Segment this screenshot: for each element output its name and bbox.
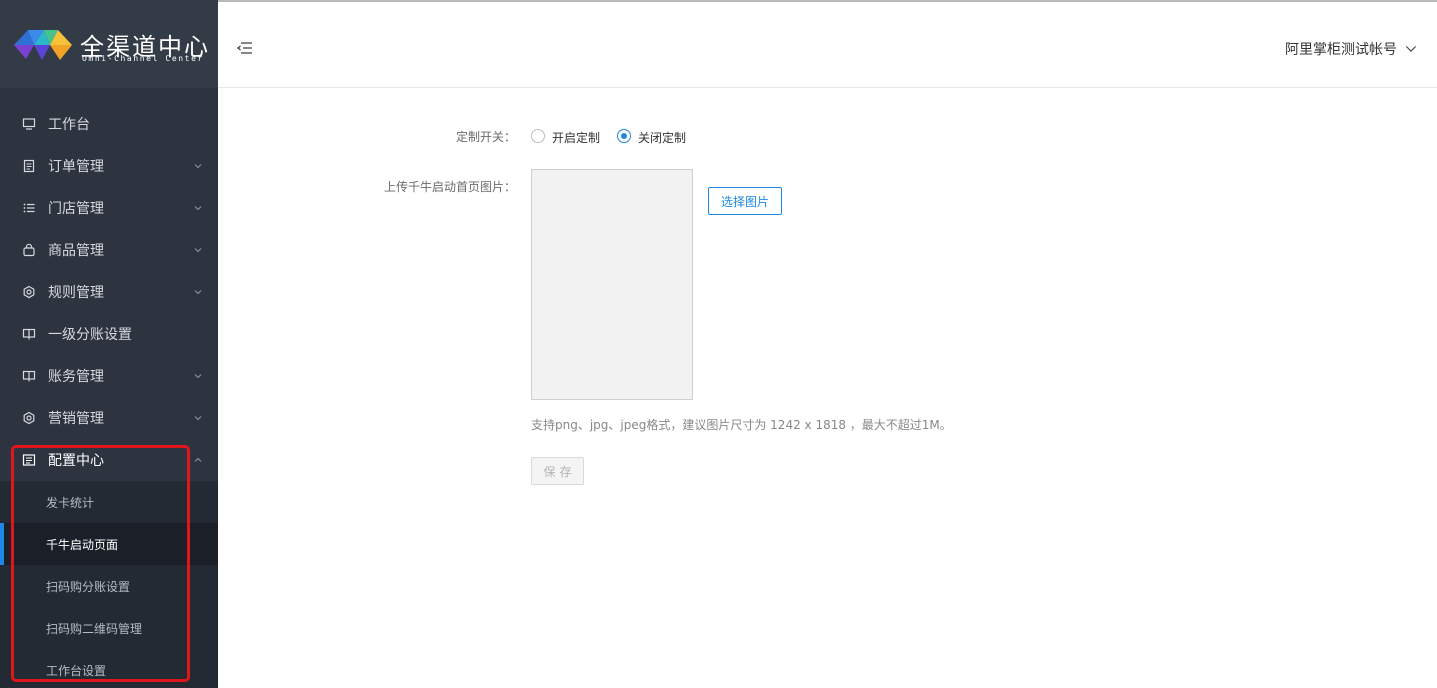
config-icon xyxy=(22,453,36,467)
chevron-down-icon xyxy=(193,287,203,297)
chevron-up-icon xyxy=(193,455,203,465)
sidebar-item-label: 门店管理 xyxy=(48,201,104,217)
gear-icon xyxy=(22,285,36,299)
submenu-item-card-stats[interactable]: 发卡统计 xyxy=(0,481,218,523)
monitor-icon xyxy=(22,117,36,131)
upload-label: 上传千牛启动首页图片： xyxy=(383,180,516,194)
bag-icon xyxy=(22,243,36,257)
image-preview-box[interactable] xyxy=(531,169,693,400)
sidebar-item-label: 一级分账设置 xyxy=(48,327,132,343)
save-button[interactable]: 保存 xyxy=(531,457,584,485)
sidebar-item-orders[interactable]: 订单管理 xyxy=(0,145,218,187)
submenu-item-label: 扫码购分账设置 xyxy=(46,579,131,594)
sidebar-item-label: 营销管理 xyxy=(48,411,104,427)
chevron-down-icon xyxy=(193,245,203,255)
switch-label: 定制开关： xyxy=(455,130,516,144)
sidebar-item-label: 配置中心 xyxy=(48,453,104,469)
account-name: 阿里掌柜测试帐号 xyxy=(1285,42,1397,58)
sidebar-item-stores[interactable]: 门店管理 xyxy=(0,187,218,229)
radio-disable-custom[interactable] xyxy=(617,129,631,143)
top-bar: 阿里掌柜测试帐号 xyxy=(218,0,1437,88)
sidebar-item-config-center[interactable]: 配置中心 xyxy=(0,439,218,481)
sidebar-item-rules[interactable]: 规则管理 xyxy=(0,271,218,313)
sidebar-item-split-settings[interactable]: 一级分账设置 xyxy=(0,313,218,355)
active-indicator xyxy=(0,523,4,565)
document-icon xyxy=(22,159,36,173)
gear-icon xyxy=(22,411,36,425)
submenu-item-label: 扫码购二维码管理 xyxy=(46,621,143,636)
menu-collapse-icon[interactable] xyxy=(237,42,253,54)
chevron-down-icon xyxy=(193,413,203,423)
sidebar-item-label: 订单管理 xyxy=(48,159,104,175)
sidebar-item-marketing[interactable]: 营销管理 xyxy=(0,397,218,439)
config-submenu: 发卡统计 千牛启动页面 扫码购分账设置 扫码购二维码管理 工作台设置 xyxy=(0,481,218,688)
submenu-item-scan-split[interactable]: 扫码购分账设置 xyxy=(0,565,218,607)
sidebar-item-workbench[interactable]: 工作台 xyxy=(0,103,218,145)
list-icon xyxy=(22,201,36,215)
sidebar-item-accounts[interactable]: 账务管理 xyxy=(0,355,218,397)
chevron-down-icon xyxy=(193,203,203,213)
sidebar-item-label: 规则管理 xyxy=(48,285,104,301)
upload-hint: 支持png、jpg、jpeg格式，建议图片尺寸为 1242 x 1818 ，最大… xyxy=(531,418,952,432)
sidebar-item-label: 账务管理 xyxy=(48,369,104,385)
sidebar: 全渠道中心 Omni-Channel Center 工作台 订单管理 门店管理 … xyxy=(0,0,218,688)
radio-enable-custom-label[interactable]: 开启定制 xyxy=(552,129,600,146)
submenu-item-label: 发卡统计 xyxy=(46,495,95,510)
radio-disable-custom-label[interactable]: 关闭定制 xyxy=(638,129,686,146)
logo-area: 全渠道中心 Omni-Channel Center xyxy=(0,0,218,88)
radio-enable-custom[interactable] xyxy=(531,129,545,143)
submenu-item-workbench-settings[interactable]: 工作台设置 xyxy=(0,649,218,688)
select-image-button[interactable]: 选择图片 xyxy=(708,187,782,215)
submenu-item-label: 千牛启动页面 xyxy=(46,537,119,552)
split-icon xyxy=(22,369,36,383)
logo-icon xyxy=(14,30,72,60)
chevron-down-icon xyxy=(193,161,203,171)
brand-subtitle: Omni-Channel Center xyxy=(82,54,204,63)
sidebar-item-products[interactable]: 商品管理 xyxy=(0,229,218,271)
sidebar-item-label: 工作台 xyxy=(48,117,90,133)
sidebar-item-label: 商品管理 xyxy=(48,243,104,259)
submenu-item-label: 工作台设置 xyxy=(46,663,107,678)
split-icon xyxy=(22,327,36,341)
submenu-item-scan-qrcode[interactable]: 扫码购二维码管理 xyxy=(0,607,218,649)
submenu-item-qianniu-launch[interactable]: 千牛启动页面 xyxy=(0,523,218,565)
account-dropdown[interactable]: 阿里掌柜测试帐号 xyxy=(1285,39,1417,59)
chevron-down-icon xyxy=(1405,43,1417,55)
chevron-down-icon xyxy=(193,371,203,381)
